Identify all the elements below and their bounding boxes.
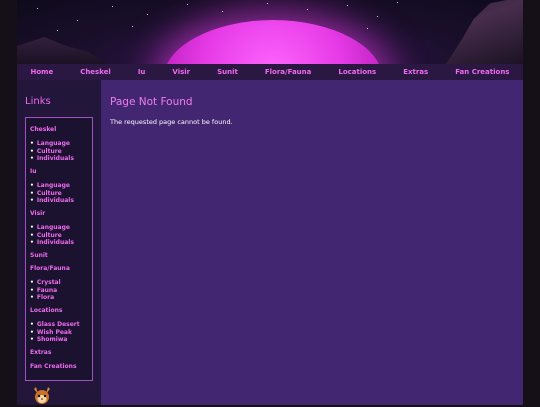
error-message: The requested page cannot be found. [110,118,233,126]
visir-language-link[interactable]: Language [30,224,74,232]
sidebar-title: Links [25,96,51,107]
wish-peak-link[interactable]: Wish Peak [30,329,80,337]
nav-flora-fauna[interactable]: Flora/Fauna [265,68,312,76]
sidebar-section-flora-fauna[interactable]: Flora/Fauna [30,265,70,272]
visir-individuals-link[interactable]: Individuals [30,239,74,247]
nav-extras[interactable]: Extras [403,68,428,76]
iu-links: Language Culture Individuals [30,182,74,205]
nav-locations[interactable]: Locations [338,68,376,76]
crystal-link[interactable]: Crystal [30,279,61,287]
mascot-icon [34,387,50,404]
sidebar: Links Cheskel Language Culture Individua… [17,80,101,405]
iu-individuals-link[interactable]: Individuals [30,197,74,205]
nav-home[interactable]: Home [30,68,53,76]
header-banner [17,0,523,64]
cheskel-individuals-link[interactable]: Individuals [30,155,74,163]
nav-iu[interactable]: Iu [138,68,146,76]
nav-visir[interactable]: Visir [172,68,190,76]
rock-right-graphic [446,0,523,64]
links-box: Cheskel Language Culture Individuals Iu … [25,117,93,381]
shomiwa-link[interactable]: Shomiwa [30,336,80,344]
nav-sunit[interactable]: Sunit [217,68,238,76]
iu-language-link[interactable]: Language [30,182,74,190]
flora-fauna-links: Crystal Fauna Flora [30,279,61,302]
sun-graphic [163,20,383,64]
cheskel-language-link[interactable]: Language [30,140,74,148]
sidebar-section-cheskel[interactable]: Cheskel [30,126,56,133]
page-title: Page Not Found [110,96,193,108]
visir-links: Language Culture Individuals [30,224,74,247]
sidebar-section-visir[interactable]: Visir [30,210,45,217]
nav-fan-creations[interactable]: Fan Creations [455,68,509,76]
sidebar-section-iu[interactable]: Iu [30,168,37,175]
top-nav: Home Cheskel Iu Visir Sunit Flora/Fauna … [17,64,523,80]
visir-culture-link[interactable]: Culture [30,232,74,240]
glass-desert-link[interactable]: Glass Desert [30,321,80,329]
sidebar-section-locations[interactable]: Locations [30,307,62,314]
nav-cheskel[interactable]: Cheskel [80,68,111,76]
iu-culture-link[interactable]: Culture [30,190,74,198]
locations-links: Glass Desert Wish Peak Shomiwa [30,321,80,344]
fauna-link[interactable]: Fauna [30,287,61,295]
main-content: Page Not Found The requested page cannot… [101,80,523,405]
sidebar-section-sunit[interactable]: Sunit [30,252,48,259]
flora-link[interactable]: Flora [30,294,61,302]
rock-left-graphic [17,37,107,64]
cheskel-culture-link[interactable]: Culture [30,148,74,156]
cheskel-links: Language Culture Individuals [30,140,74,163]
sidebar-section-extras[interactable]: Extras [30,349,51,356]
page: Home Cheskel Iu Visir Sunit Flora/Fauna … [17,0,523,405]
sidebar-section-fan-creations[interactable]: Fan Creations [30,363,77,370]
